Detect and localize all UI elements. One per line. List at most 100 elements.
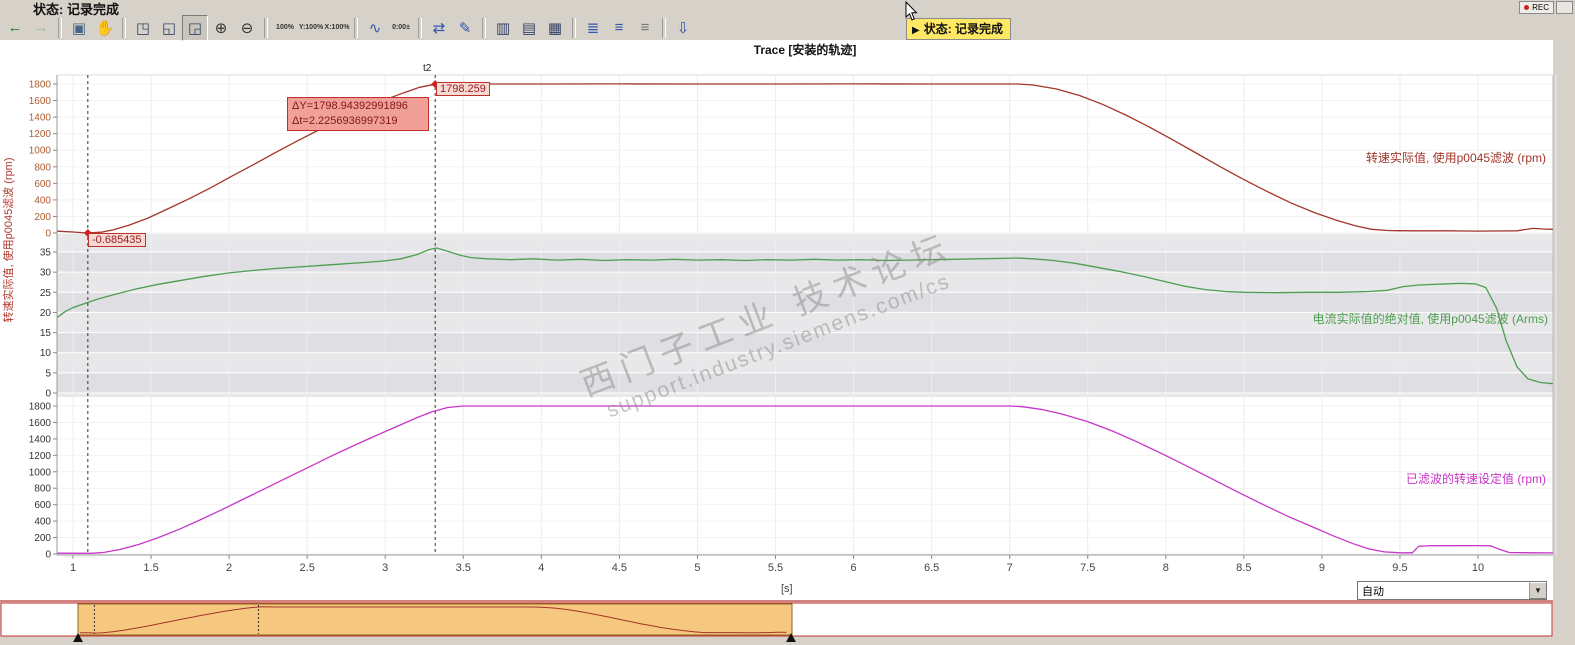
svg-text:4.5: 4.5 <box>612 562 627 574</box>
svg-text:0: 0 <box>45 550 51 561</box>
toolbar-separator <box>572 17 576 38</box>
svg-text:5: 5 <box>45 368 51 379</box>
zoom-x-100-icon[interactable]: X:100% <box>324 15 350 41</box>
left-axis-label: 转速实际值, 使用p0045滤波 (rpm) <box>3 157 15 323</box>
delta-measurement-box[interactable]: ΔY=1798.94392991896 Δt=2.2256936997319 <box>287 97 429 131</box>
delta-y-value: ΔY=1798.94392991896 <box>292 100 408 112</box>
svg-text:5: 5 <box>694 562 700 574</box>
overview-left-handle[interactable] <box>72 633 84 643</box>
signal-list-icon[interactable]: ≣ <box>580 15 606 41</box>
toolbar-separator <box>264 17 268 38</box>
toolbar-separator <box>662 17 666 38</box>
svg-text:6: 6 <box>850 562 856 574</box>
svg-text:600: 600 <box>34 179 51 190</box>
svg-text:1200: 1200 <box>29 129 52 140</box>
zoom-area-icon[interactable]: ◳ <box>130 15 156 41</box>
chevron-down-icon[interactable]: ▼ <box>1529 582 1546 599</box>
svg-text:0: 0 <box>45 389 51 400</box>
toolbar-separator <box>58 17 62 38</box>
overview-right-handle[interactable] <box>785 633 797 643</box>
trace-window: 状态: 记录完成 REC ← → ▣ ✋ ◳ ◱ ◲ ⊕ ⊖ 100% Y:100% X:100% ∿ 0… <box>0 0 1575 645</box>
svg-text:15: 15 <box>40 328 52 339</box>
export-icon[interactable]: ⇩ <box>670 15 696 41</box>
overview-selection-window[interactable] <box>78 604 792 635</box>
status-tooltip-text: 状态: 记录完成 <box>923 22 1004 36</box>
svg-text:400: 400 <box>34 517 51 528</box>
svg-text:1600: 1600 <box>29 418 52 429</box>
status-tooltip: ▶ 状态: 记录完成 <box>906 18 1012 40</box>
signal-label-speed-actual[interactable]: 转速实际值, 使用p0045滤波 (rpm) <box>1366 149 1546 166</box>
cursor-t2-value: 1798.259 <box>436 82 490 96</box>
delta-t-value: Δt=2.2256936997319 <box>292 115 398 127</box>
zoom-x-range-icon[interactable]: ◱ <box>156 15 182 41</box>
svg-text:600: 600 <box>34 500 51 511</box>
svg-text:2: 2 <box>226 562 232 574</box>
svg-text:200: 200 <box>34 533 51 544</box>
svg-text:3: 3 <box>382 562 388 574</box>
pan-hand-icon[interactable]: ✋ <box>92 15 118 41</box>
svg-text:1800: 1800 <box>29 402 52 413</box>
svg-text:1.5: 1.5 <box>143 562 158 574</box>
svg-text:200: 200 <box>34 212 51 223</box>
zoom-100-icon[interactable]: 100% <box>272 15 298 41</box>
toolbar-separator <box>418 17 422 38</box>
window-corner-button[interactable] <box>1556 1 1573 14</box>
mode-dropdown-value: 自动 <box>1362 585 1384 598</box>
svg-text:10: 10 <box>40 348 52 359</box>
svg-text:1200: 1200 <box>29 451 52 462</box>
cursor-t1-value: -0.685435 <box>88 233 146 247</box>
zoom-selection-icon[interactable]: ◲ <box>182 14 208 41</box>
svg-text:8: 8 <box>1163 562 1169 574</box>
draw-line-icon[interactable]: ✎ <box>452 15 478 41</box>
svg-text:1000: 1000 <box>29 467 52 478</box>
svg-text:8.5: 8.5 <box>1236 562 1251 574</box>
x-axis-unit-label: [s] <box>781 583 793 595</box>
svg-text:6.5: 6.5 <box>924 562 939 574</box>
signal-curve-icon[interactable]: ∿ <box>362 15 388 41</box>
signal-label-current-actual[interactable]: 电流实际值的绝对值, 使用p0045滤波 (Arms) <box>1313 310 1548 327</box>
svg-text:5.5: 5.5 <box>768 562 783 574</box>
svg-text:1600: 1600 <box>29 96 52 107</box>
toolbar-separator <box>354 17 358 38</box>
svg-text:800: 800 <box>34 484 51 495</box>
svg-text:7.5: 7.5 <box>1080 562 1095 574</box>
zoom-y-100-icon[interactable]: Y:100% <box>298 15 324 41</box>
zoom-table-icon[interactable]: ▦ <box>542 15 568 41</box>
split-vertical-icon[interactable]: ▥ <box>490 15 516 41</box>
svg-text:30: 30 <box>40 268 52 279</box>
svg-text:1800: 1800 <box>29 80 52 91</box>
zoom-out-icon[interactable]: ⊖ <box>234 15 260 41</box>
signal-label-speed-setpoint[interactable]: 已滤波的转速设定值 (rpm) <box>1406 470 1546 487</box>
svg-text:9: 9 <box>1319 562 1325 574</box>
svg-text:20: 20 <box>40 308 52 319</box>
svg-text:1: 1 <box>70 562 76 574</box>
svg-text:4: 4 <box>538 562 544 574</box>
svg-text:7: 7 <box>1007 562 1013 574</box>
svg-text:10: 10 <box>1472 562 1484 574</box>
align-left-icon[interactable]: ≡ <box>606 15 632 41</box>
play-icon: ▶ <box>912 25 920 36</box>
back-icon[interactable]: ← <box>2 15 28 41</box>
chart-title: Trace [安装的轨迹] <box>753 43 857 57</box>
mode-dropdown[interactable]: 自动 ▼ <box>1357 581 1547 600</box>
svg-text:9.5: 9.5 <box>1392 562 1407 574</box>
svg-text:1000: 1000 <box>29 146 52 157</box>
svg-text:2.5: 2.5 <box>300 562 315 574</box>
toolbar-separator <box>122 17 126 38</box>
svg-text:3.5: 3.5 <box>456 562 471 574</box>
swap-axes-icon[interactable]: ⇄ <box>426 15 452 41</box>
forward-icon[interactable]: → <box>28 15 54 41</box>
svg-text:1400: 1400 <box>29 434 52 445</box>
align-justify-icon[interactable]: ≡ <box>632 15 658 41</box>
split-horizontal-icon[interactable]: ▤ <box>516 15 542 41</box>
toolbar: ← → ▣ ✋ ◳ ◱ ◲ ⊕ ⊖ 100% Y:100% X:100% ∿ 0:00± ⇄ ✎ ▥ ▤ ▦ ≣ ≡ ≡ ⇩ <box>2 14 696 41</box>
svg-text:0: 0 <box>45 229 51 240</box>
time-offset-icon[interactable]: 0:00± <box>388 15 414 41</box>
fit-view-icon[interactable]: ▣ <box>66 15 92 41</box>
rec-dot-icon <box>1524 5 1530 10</box>
svg-text:25: 25 <box>40 288 52 299</box>
svg-text:400: 400 <box>34 195 51 206</box>
svg-text:1400: 1400 <box>29 113 52 124</box>
rec-indicator[interactable]: REC <box>1519 1 1554 14</box>
zoom-in-icon[interactable]: ⊕ <box>208 15 234 41</box>
